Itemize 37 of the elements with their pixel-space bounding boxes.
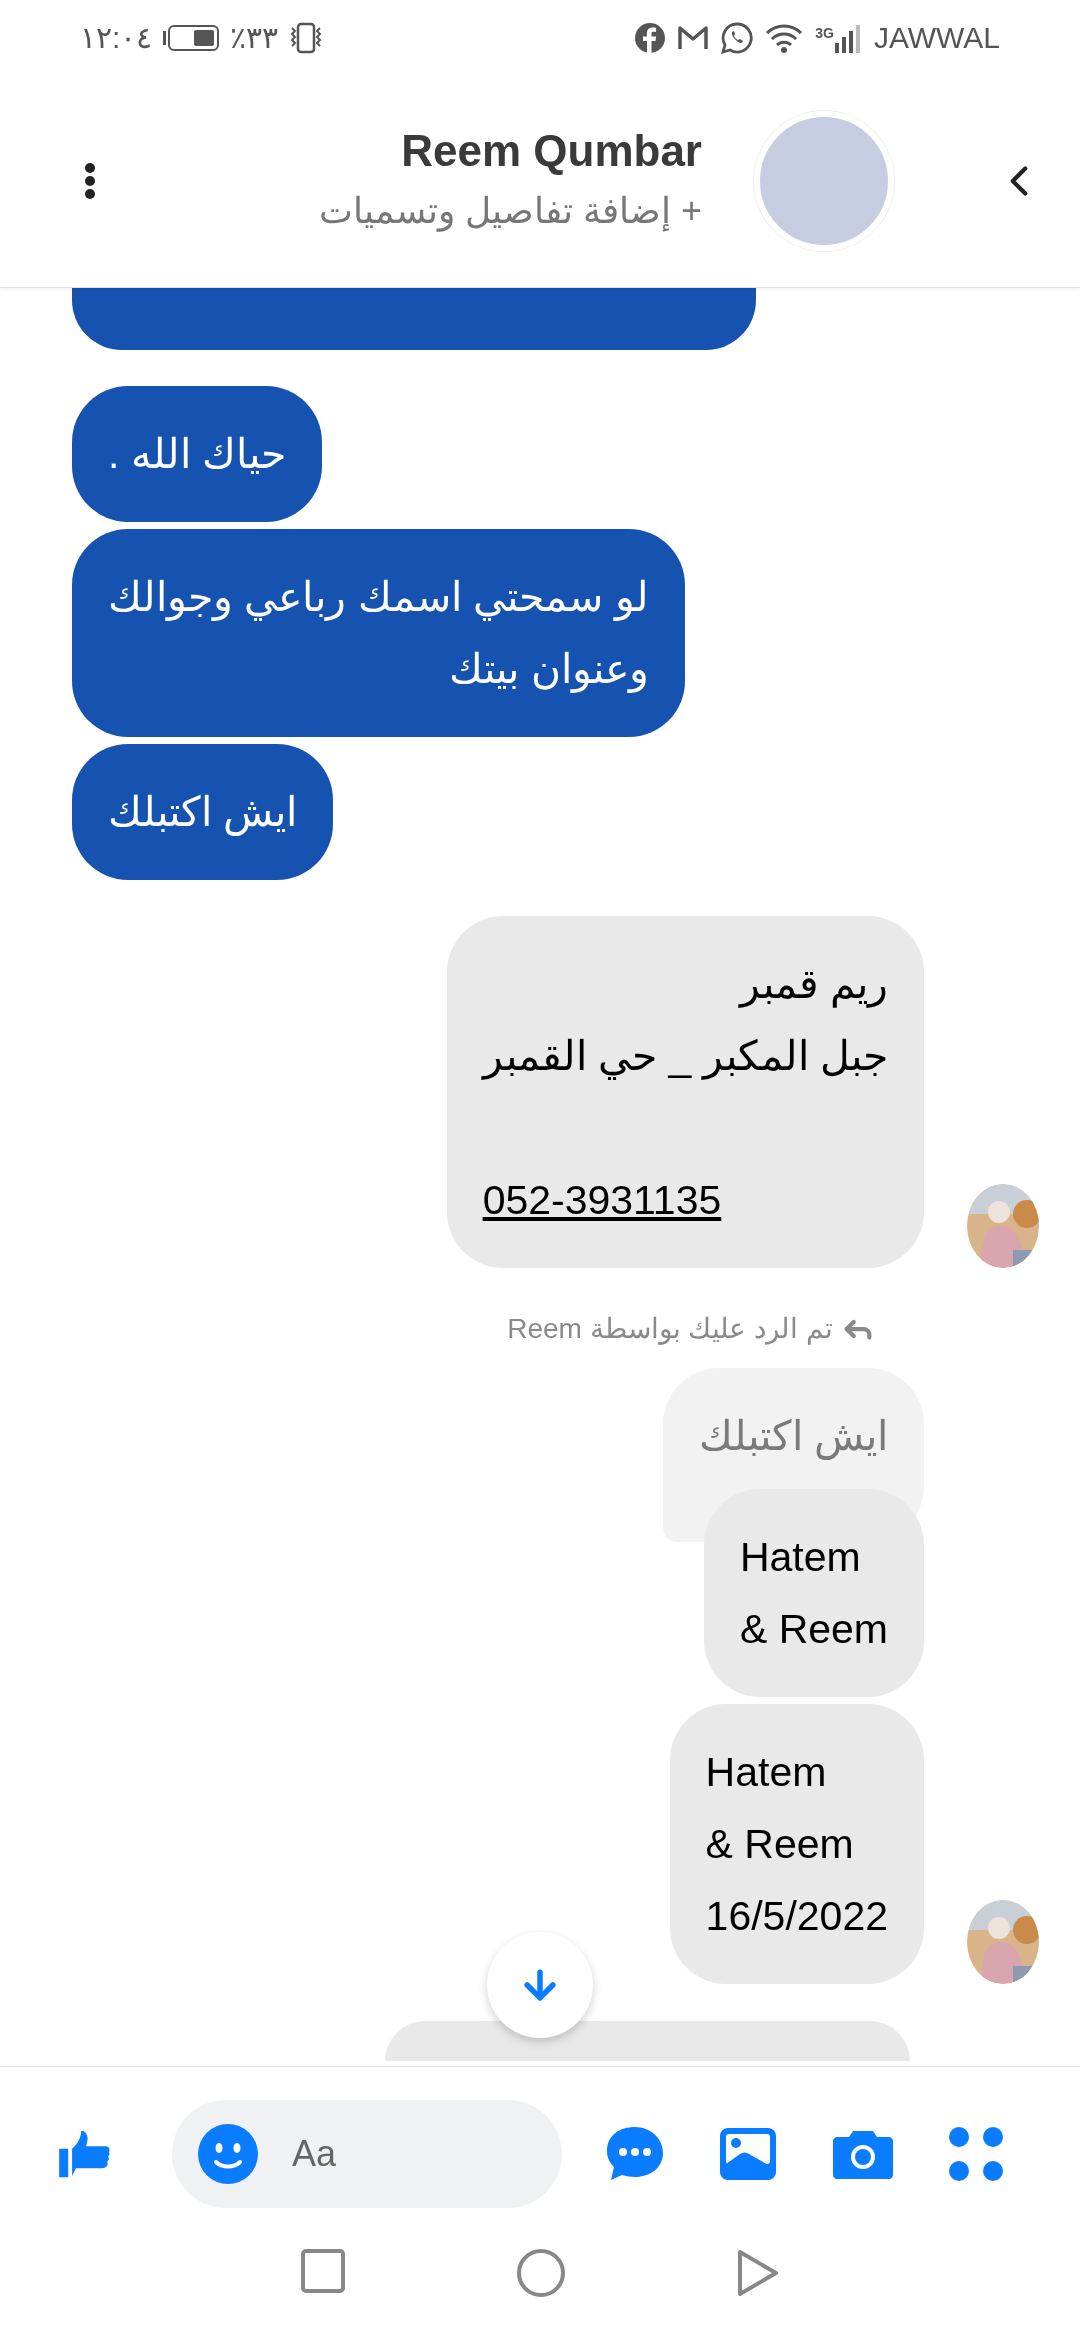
battery-percent: ٪٣٣ xyxy=(230,20,279,56)
message-text: Hatem xyxy=(739,1533,862,1582)
message-text: حياك الله . xyxy=(108,430,287,479)
chat-icon xyxy=(721,21,754,54)
message-text: ايش اكتبلك xyxy=(698,1412,888,1462)
more-icon xyxy=(84,162,96,200)
battery-icon xyxy=(162,23,221,52)
message-text: ايش اكتبلك xyxy=(108,788,298,838)
back-nav-button[interactable] xyxy=(736,2248,780,2298)
chat-bubble-icon[interactable] xyxy=(604,2124,665,2183)
message-text: & Reem xyxy=(739,1605,888,1654)
message-field[interactable]: Aa xyxy=(172,2099,562,2208)
message-text: & Reem xyxy=(705,1820,855,1869)
carrier-name: JAWWAL xyxy=(873,20,1000,56)
message-text: وعنوان بيتك xyxy=(448,645,649,695)
message-input[interactable]: Aa xyxy=(292,2126,492,2181)
wifi-icon xyxy=(765,22,804,53)
contact-name: Reem Qumbar xyxy=(401,125,702,177)
home-button[interactable] xyxy=(516,2248,566,2298)
image-icon[interactable] xyxy=(717,2125,778,2182)
add-details-link[interactable]: + إضافة تفاصيل وتسميات xyxy=(318,183,702,239)
emoji-icon[interactable] xyxy=(198,2123,258,2184)
clock: ١٢:٠٤ xyxy=(80,20,153,56)
message-text: لو سمحتي اسمك رباعي وجوالك xyxy=(108,573,649,623)
apps-icon[interactable] xyxy=(947,2125,1004,2182)
message-text: ريم قمبر xyxy=(737,960,888,1010)
phone-link[interactable]: 052-3931135 xyxy=(482,1164,888,1236)
facebook-icon xyxy=(635,22,666,53)
scroll-down-button[interactable] xyxy=(487,1932,593,2038)
message-text: Hatem xyxy=(705,1748,828,1797)
message-text: 16/5/2022 xyxy=(705,1892,888,1941)
mail-icon xyxy=(677,24,710,51)
recent-apps-button[interactable] xyxy=(300,2248,346,2294)
network-type: 3G xyxy=(815,23,834,43)
message-text: جبل المكبر _ حي القمبر xyxy=(482,1032,888,1082)
reply-note: تم الرد عليك بواسطة Reem xyxy=(507,1312,833,1347)
signal-icon xyxy=(833,22,862,53)
